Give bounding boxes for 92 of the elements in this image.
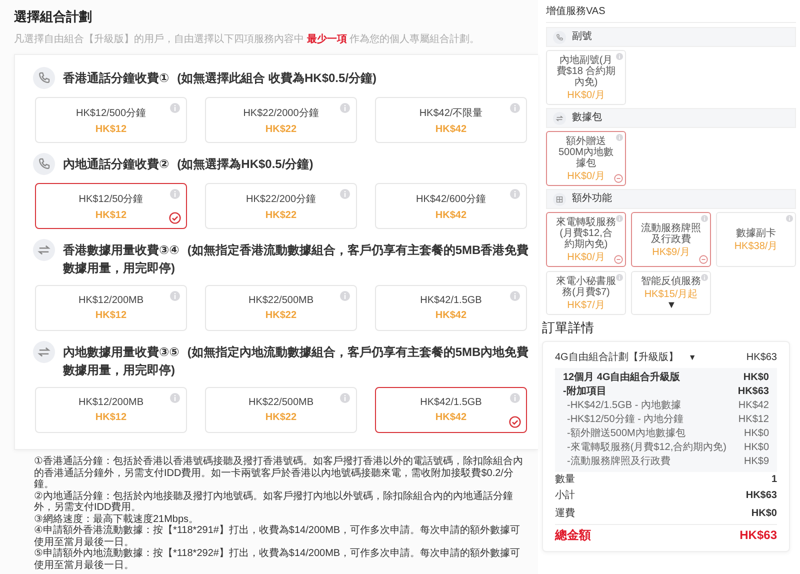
info-icon[interactable] <box>616 215 623 222</box>
shipping-value: HK$0 <box>751 507 777 521</box>
footnote: ④申請額外香港流動數據：按【*118*291#】打出，收費為$14/200MB，可作多次申請。每次申請的額外數據可使用至當月最後一日。 <box>34 525 522 548</box>
line-price: HK$0 <box>743 371 769 385</box>
line-label: -流動服務牌照及行政費 <box>567 455 670 469</box>
service-card[interactable]: 來電轉駁服務(月費$12,合約期內免) HK$0/月 <box>546 212 626 267</box>
line-price: HK$9 <box>744 455 769 469</box>
info-icon[interactable] <box>616 134 623 141</box>
info-icon[interactable] <box>786 215 793 222</box>
total-label: 總金額 <box>555 527 591 544</box>
line-label: -額外贈送500M內地數據包 <box>567 427 686 441</box>
section-title: 選擇組合計劃 <box>14 8 93 26</box>
quantity-value: 1 <box>771 473 777 487</box>
group-header: 額外功能 <box>546 189 796 209</box>
footnote: ③網絡速度：最高下載速度21Mbps。 <box>34 514 200 524</box>
option-card[interactable]: HK$22/500MB HK$22 <box>205 285 357 331</box>
info-icon[interactable] <box>170 103 180 113</box>
check-icon <box>509 416 521 428</box>
info-icon[interactable] <box>340 103 350 113</box>
line-price: HK$42 <box>738 399 769 413</box>
option-card[interactable]: HK$42/1.5GB HK$42 <box>375 285 527 331</box>
line-price: HK$63 <box>738 385 769 399</box>
total-value: HK$63 <box>740 527 777 544</box>
remove-icon[interactable] <box>699 255 708 264</box>
caret-icon[interactable]: ▼ <box>688 353 696 362</box>
info-icon[interactable] <box>170 291 180 301</box>
info-icon[interactable] <box>616 274 623 281</box>
option-card[interactable]: HK$42/600分鐘 HK$42 <box>375 183 527 229</box>
option-card[interactable]: HK$12/50分鐘 HK$12 <box>35 183 187 229</box>
info-icon[interactable] <box>510 103 520 113</box>
arrows-icon <box>553 112 566 124</box>
option-card[interactable]: HK$22/2000分鐘 HK$22 <box>205 97 357 143</box>
phone-icon <box>553 30 566 44</box>
grid-icon <box>553 192 566 206</box>
phone-icon <box>33 153 55 175</box>
option-card[interactable]: HK$12/200MB HK$12 <box>35 387 187 433</box>
order-title: 訂單詳情 <box>542 319 595 337</box>
category-heading: 內地數據用量收費③⑤ (如無指定內地流動數據組合，客戶仍享有主套餐的5MB內地免費數據用量，用完即停) <box>63 344 530 379</box>
service-card[interactable]: 額外贈送500M內地數據包 HK$0/月 <box>546 131 626 186</box>
info-icon[interactable] <box>616 53 623 60</box>
info-icon[interactable] <box>701 274 708 281</box>
info-icon[interactable] <box>170 393 180 403</box>
plan-name: 4G自由組合計劃【升級版】 <box>555 352 678 363</box>
category-heading: 內地通話分鐘收費② (如無選擇為HK$0.5/分鐘) <box>63 156 314 173</box>
line-label: -HK$12/50分鐘 - 內地分鐘 <box>567 413 684 427</box>
option-card[interactable]: HK$22/500MB HK$22 <box>205 387 357 433</box>
line-price: HK$0 <box>744 427 769 441</box>
option-card[interactable]: HK$12/200MB HK$12 <box>35 285 187 331</box>
info-icon[interactable] <box>340 393 350 403</box>
remove-icon[interactable] <box>614 174 623 183</box>
quantity-label: 數量 <box>555 473 575 487</box>
info-icon[interactable] <box>340 291 350 301</box>
info-icon[interactable] <box>170 189 180 199</box>
group-header: 數據包 <box>546 108 796 128</box>
info-icon[interactable] <box>340 189 350 199</box>
line-label: -HK$42/1.5GB - 內地數據 <box>567 399 681 413</box>
line-price: HK$12 <box>738 413 769 427</box>
phone-icon <box>33 67 55 89</box>
check-icon <box>169 212 181 224</box>
footnote: ①香港通話分鐘：包括於香港以香港號碼接聽及撥打香港號碼。如客戶撥打香港以外的電話號碼，除扣除組合內的香港通話分鐘外，另需支付IDD費用。如一卡兩號客戶於香港以內地號碼接聽來電，需收附加接駁費$0.2/分鐘。 <box>34 456 524 490</box>
line-label: -附加項目 <box>563 385 606 399</box>
line-label: 12個月 4G自由組合升級版 <box>563 371 680 385</box>
line-price: HK$0 <box>744 441 769 455</box>
footnote: ②內地通話分鐘：包括於內地接聽及撥打內地號碼。如客戶撥打內地以外號碼，除扣除組合內的內地通話分鐘外，另需支付IDD費用。 <box>34 490 514 514</box>
service-card[interactable]: 智能反偵服務 HK$15/月起 ▼ <box>631 271 711 315</box>
subtotal-value: HK$63 <box>746 489 777 503</box>
service-card[interactable]: 數據副卡 HK$38/月 <box>716 212 796 267</box>
caret-icon[interactable]: ▼ <box>666 300 676 311</box>
arrows-icon <box>33 341 55 363</box>
info-icon[interactable] <box>510 291 520 301</box>
line-label: -來電轉駁服務(月費$12,合約期內免) <box>567 441 726 455</box>
vas-title: 增值服務VAS <box>546 2 796 23</box>
plan-price: HK$63 <box>746 352 777 362</box>
info-icon[interactable] <box>510 189 520 199</box>
shipping-label: 運費 <box>555 506 575 521</box>
category-heading: 香港通話分鐘收費① (如無選擇此組合 收費為HK$0.5/分鐘) <box>63 70 377 87</box>
service-card[interactable]: 來電小秘書服務(月費$7) HK$7/月 <box>546 271 626 315</box>
option-card[interactable]: HK$22/200分鐘 HK$22 <box>205 183 357 229</box>
service-card[interactable]: 內地副號(月費$18 合約期內免) HK$0/月 <box>546 50 626 105</box>
option-card[interactable]: HK$12/500分鐘 HK$12 <box>35 97 187 143</box>
subtotal-label: 小計 <box>555 488 575 503</box>
group-header: 副號 <box>546 27 796 47</box>
info-icon[interactable] <box>510 393 520 403</box>
remove-icon[interactable] <box>614 255 623 264</box>
footnote: ⑤申請額外內地流動數據：按【*118*292#】打出，收費為$14/200MB，可作多次申請。每次申請的額外數據可使用至當月最後一日。 <box>34 548 522 571</box>
arrows-icon <box>33 239 55 261</box>
category-heading: 香港數據用量收費③④ (如無指定香港流動數據組合，客戶仍享有主套餐的5MB香港免費數據用量，用完即停) <box>63 242 530 277</box>
service-card[interactable]: 流動服務牌照及行政費 HK$9/月 <box>631 212 711 267</box>
section-subtitle: 凡選擇自由組合【升級版】的用戶，自由選擇以下四項服務內容中 最少一項 作為您的個人專屬組合計劃。 <box>14 32 481 46</box>
option-card[interactable]: HK$42/1.5GB HK$42 <box>375 387 527 433</box>
info-icon[interactable] <box>701 215 708 222</box>
option-card[interactable]: HK$42/不限量 HK$42 <box>375 97 527 143</box>
